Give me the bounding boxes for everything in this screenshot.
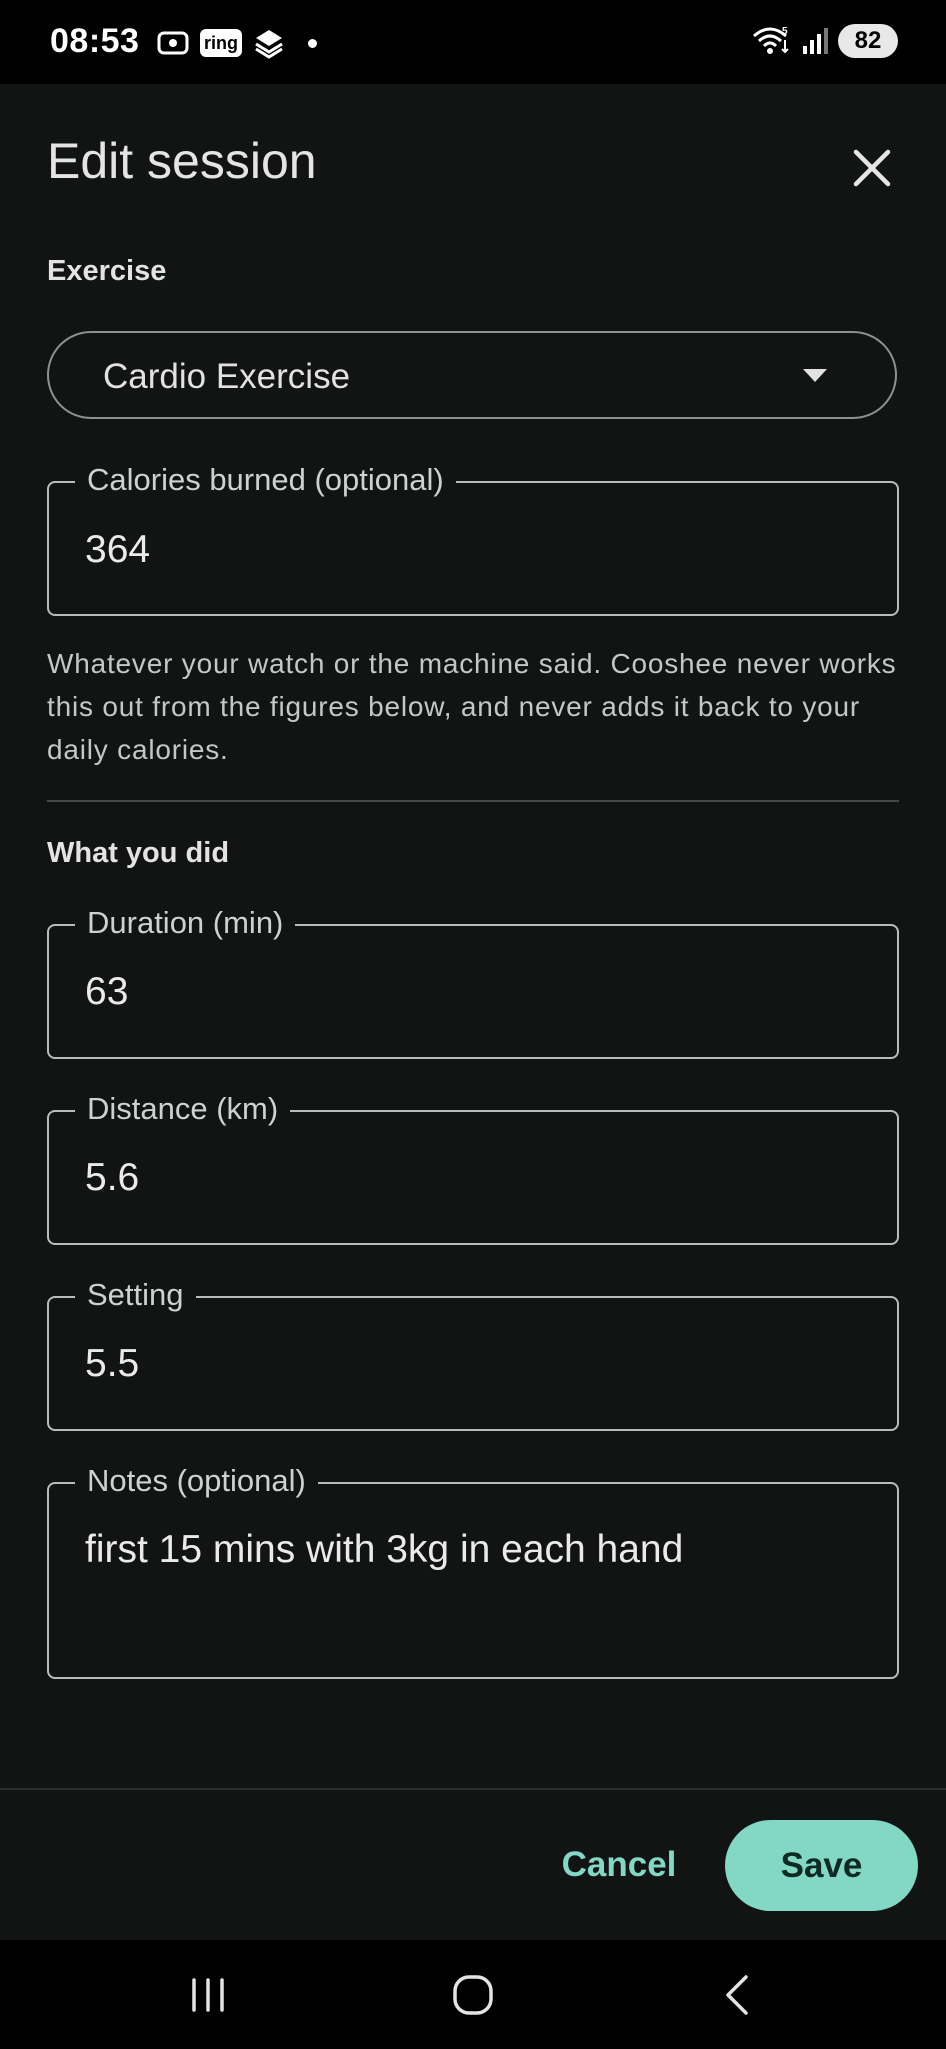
status-bar: 08:53 ring 5 82 [0, 0, 946, 84]
edit-session-screen: 08:53 ring 5 82 Edit session Exercise Ca… [0, 0, 946, 2049]
setting-input[interactable] [85, 1342, 845, 1386]
section-divider [47, 800, 899, 802]
chevron-down-icon [803, 369, 827, 382]
notes-field[interactable]: Notes (optional) [47, 1461, 899, 1679]
duration-field-label: Duration (min) [75, 903, 296, 943]
stack-app-icon [255, 30, 283, 59]
exercise-dropdown[interactable]: Cardio Exercise [47, 331, 897, 419]
close-icon[interactable] [846, 142, 898, 194]
save-button[interactable]: Save [725, 1820, 918, 1911]
recent-apps-icon[interactable] [178, 1970, 238, 2020]
distance-field-label: Distance (km) [75, 1089, 291, 1129]
ring-app-icon: ring [200, 29, 242, 57]
duration-input[interactable] [85, 970, 845, 1014]
setting-field-label: Setting [75, 1275, 196, 1315]
battery-icon: 82 [838, 24, 898, 58]
duration-field[interactable]: Duration (min) [47, 903, 899, 1059]
status-icons-left: ring [156, 26, 317, 60]
cell-signal-icon [803, 28, 828, 54]
notes-field-label: Notes (optional) [75, 1461, 318, 1501]
setting-field[interactable]: Setting [47, 1275, 899, 1431]
notification-dot [308, 38, 317, 48]
exercise-selected-value: Cardio Exercise [103, 357, 351, 396]
distance-input[interactable] [85, 1156, 845, 1200]
footer-divider [0, 1788, 946, 1790]
home-icon[interactable] [443, 1970, 503, 2020]
wifi-icon: 5 [753, 26, 789, 54]
calories-field-label: Calories burned (optional) [75, 460, 456, 500]
status-icons-right: 5 82 [752, 24, 898, 58]
exercise-section-label: Exercise [47, 255, 167, 287]
distance-field[interactable]: Distance (km) [47, 1089, 899, 1245]
status-time: 08:53 [50, 22, 140, 60]
calories-helper-text: Whatever your watch or the machine said.… [47, 648, 897, 765]
screen-record-icon [157, 31, 189, 55]
navigation-bar [0, 1940, 946, 2049]
calories-input[interactable] [85, 528, 845, 572]
cancel-button[interactable]: Cancel [555, 1820, 683, 1910]
what-you-did-section-label: What you did [47, 837, 230, 869]
svg-text:5: 5 [782, 26, 788, 37]
page-title: Edit session [47, 133, 317, 189]
calories-field[interactable]: Calories burned (optional) [47, 460, 899, 616]
notes-input[interactable] [85, 1528, 875, 1572]
back-icon[interactable] [708, 1970, 768, 2020]
